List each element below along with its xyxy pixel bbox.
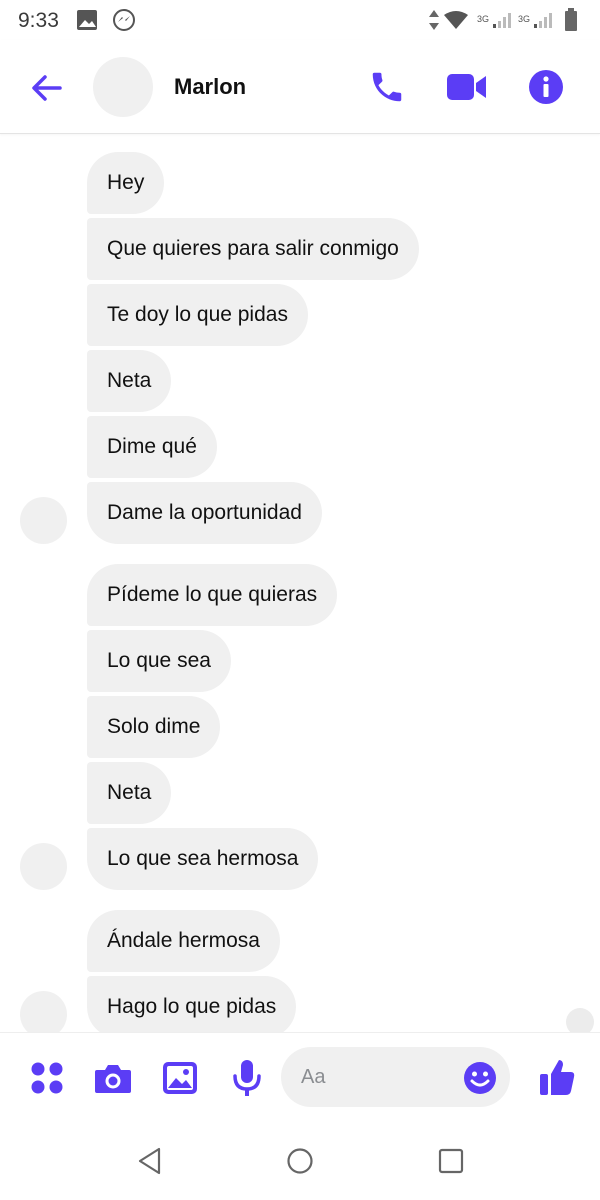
svg-text:3G: 3G [477, 14, 489, 24]
sender-avatar [20, 991, 67, 1032]
like-button[interactable] [538, 1057, 576, 1097]
phone-icon [372, 72, 402, 102]
circle-home-icon [287, 1148, 313, 1174]
composer-bar [0, 1032, 600, 1123]
message-bubble[interactable]: Hago lo que pidas [87, 976, 297, 1032]
status-time: 9:33 [18, 9, 59, 32]
system-navigation-bar [0, 1122, 600, 1200]
emoji-button[interactable] [463, 1061, 497, 1095]
square-recents-icon [438, 1148, 464, 1174]
seen-indicator [566, 1008, 594, 1032]
message-bubble[interactable]: Lo que sea hermosa [87, 828, 319, 890]
message-bubble[interactable]: Hey [87, 152, 165, 214]
back-button[interactable] [26, 68, 66, 108]
contact-avatar[interactable] [93, 57, 153, 117]
smiley-icon [464, 1062, 496, 1094]
svg-text:3G: 3G [518, 14, 530, 24]
signal-3g-icon: 3G [477, 13, 511, 28]
camera-icon [95, 1065, 131, 1093]
sender-avatar [20, 843, 67, 890]
data-arrows-icon [429, 10, 439, 30]
four-dots-icon [31, 1062, 63, 1094]
message-bubble[interactable]: Dame la oportunidad [87, 482, 322, 544]
status-bar: 9:33 3G 3G [0, 0, 600, 40]
signal-3g-icon-2: 3G [518, 13, 552, 28]
nav-recents-button[interactable] [437, 1147, 465, 1175]
triangle-back-icon [138, 1147, 161, 1175]
image-icon [163, 1062, 197, 1094]
info-icon [529, 70, 563, 104]
message-bubble[interactable]: Neta [87, 350, 172, 412]
message-bubble[interactable]: Neta [87, 762, 172, 824]
message-list[interactable]: Hey Que quieres para salir conmigo Te do… [0, 134, 600, 1032]
nav-home-button[interactable] [286, 1147, 314, 1175]
voice-message-button[interactable] [232, 1059, 262, 1097]
conversation-info-button[interactable] [528, 69, 564, 105]
video-call-button[interactable] [446, 70, 488, 104]
gallery-button[interactable] [162, 1060, 198, 1096]
battery-icon [565, 8, 577, 31]
wifi-icon [444, 11, 468, 29]
message-bubble[interactable]: Lo que sea [87, 630, 231, 692]
message-bubble[interactable]: Te doy lo que pidas [87, 284, 308, 346]
sender-avatar [20, 497, 67, 544]
message-bubble[interactable]: Pídeme lo que quieras [87, 564, 338, 626]
message-bubble[interactable]: Dime qué [87, 416, 217, 478]
video-camera-icon [447, 74, 486, 100]
microphone-icon [233, 1060, 261, 1096]
messenger-notification-icon [113, 9, 135, 31]
camera-button[interactable] [94, 1061, 132, 1095]
message-bubble[interactable]: Solo dime [87, 696, 221, 758]
voice-call-button[interactable] [368, 68, 406, 106]
message-bubble[interactable]: Que quieres para salir conmigo [87, 218, 419, 280]
gallery-notification-icon [77, 10, 97, 30]
back-arrow-icon [32, 75, 62, 101]
conversation-header: Marlon [0, 40, 600, 134]
more-options-button[interactable] [30, 1061, 64, 1095]
message-bubble[interactable]: Ándale hermosa [87, 910, 280, 972]
thumbs-up-icon [540, 1060, 575, 1095]
contact-name[interactable]: Marlon [174, 74, 246, 100]
nav-back-button[interactable] [136, 1146, 164, 1176]
